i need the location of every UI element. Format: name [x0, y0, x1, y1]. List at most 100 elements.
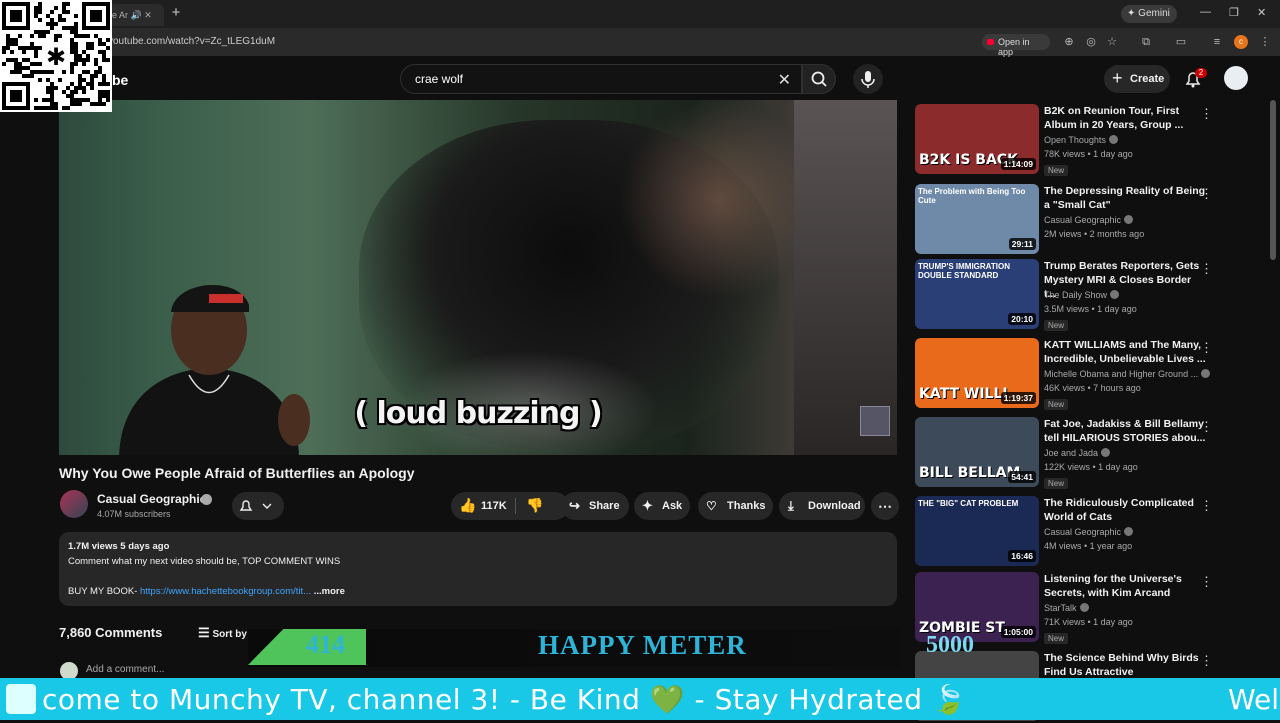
profile-avatar[interactable]: c: [1234, 35, 1248, 49]
sort-by-button[interactable]: ☰ Sort by: [198, 625, 247, 641]
url-field[interactable]: youtube.com/watch?v=Zc_tLEG1duM: [108, 36, 275, 47]
recommended-channel[interactable]: Joe and Jada: [1044, 448, 1111, 458]
reading-list-icon[interactable]: ≡: [1210, 35, 1224, 49]
download-button[interactable]: ⤓ Download: [779, 492, 865, 520]
recommended-channel[interactable]: Michelle Obama and Higher Ground ...: [1044, 369, 1211, 379]
bookmark-star-icon[interactable]: ☆: [1105, 35, 1119, 49]
share-icon: ↪: [569, 498, 580, 513]
recommended-video[interactable]: B2K IS BACK 1:14:09 B2K on Reunion Tour, F…: [915, 104, 1215, 176]
download-icon: ⤓: [788, 498, 794, 513]
recommended-video[interactable]: The Problem with Being Too Cute 29:11 The …: [915, 184, 1215, 256]
gemini-button[interactable]: ✦ Gemini: [1121, 5, 1177, 23]
recommended-channel[interactable]: Open Thoughts: [1044, 135, 1118, 145]
new-tab-button[interactable]: +: [168, 4, 184, 22]
video-menu-icon[interactable]: ⋮: [1200, 419, 1213, 435]
like-count[interactable]: 117K: [481, 500, 507, 512]
browser-tab[interactable]: e Ar 🔊 ✕: [108, 4, 164, 26]
sort-icon: ☰: [198, 625, 210, 640]
sidebar-scrollbar[interactable]: [1270, 100, 1276, 260]
recommended-title[interactable]: KATT WILLIAMS and The Many, Incredible, …: [1044, 338, 1206, 366]
bell-dropdown-icon: [239, 500, 272, 511]
browser-menu-icon[interactable]: ⋮: [1258, 35, 1272, 49]
recommended-title[interactable]: The Ridiculously Complicated World of Ca…: [1044, 496, 1206, 524]
search-input[interactable]: [413, 65, 753, 93]
recommended-meta: 122K views • 1 day ago: [1044, 462, 1138, 472]
thumbs-down-icon[interactable]: 👎: [526, 497, 543, 514]
video-menu-icon[interactable]: ⋮: [1200, 498, 1213, 514]
video-duration: 20:10: [1008, 313, 1036, 325]
like-dislike-group: 👍 117K 👎: [451, 492, 569, 520]
recommended-video[interactable]: THE "BIG" CAT PROBLEM 16:46 The Ridiculous…: [915, 496, 1215, 568]
recommended-title[interactable]: B2K on Reunion Tour, First Album in 20 Y…: [1044, 104, 1206, 132]
channel-avatar[interactable]: [60, 490, 88, 518]
more-actions-button[interactable]: ⋯: [871, 492, 899, 520]
description-box[interactable]: 1.7M views 5 days ago Comment what my ne…: [59, 532, 897, 606]
close-window-button[interactable]: ✕: [1257, 6, 1266, 19]
video-menu-icon[interactable]: ⋮: [1200, 653, 1213, 669]
recommended-title[interactable]: Listening for the Universe's Secrets, wi…: [1044, 572, 1206, 600]
recommended-video[interactable]: TRUMP'S IMMIGRATION DOUBLE STANDARD 20:10…: [915, 259, 1215, 331]
channel-name[interactable]: Casual Geographic: [97, 492, 206, 506]
minimize-button[interactable]: —: [1200, 6, 1211, 18]
account-avatar[interactable]: [1224, 66, 1248, 90]
create-button[interactable]: + Create: [1104, 65, 1170, 93]
video-menu-icon[interactable]: ⋮: [1200, 106, 1213, 122]
recommended-title[interactable]: The Depressing Reality of Being a "Small…: [1044, 184, 1206, 212]
recommended-channel[interactable]: Casual Geographic: [1044, 527, 1134, 537]
video-thumbnail[interactable]: B2K IS BACK 1:14:09: [915, 104, 1039, 174]
youtube-logo[interactable]: be: [112, 72, 128, 88]
book-link[interactable]: https://www.hachettebookgroup.com/tit...: [140, 586, 311, 597]
video-thumbnail[interactable]: THE "BIG" CAT PROBLEM 16:46: [915, 496, 1039, 566]
recommended-channel[interactable]: StarTalk: [1044, 603, 1089, 613]
recommended-channel[interactable]: Casual Geographic: [1044, 215, 1134, 225]
channel-watermark[interactable]: [860, 406, 890, 436]
extensions-icon[interactable]: ⧉: [1139, 35, 1153, 49]
video-duration: 16:46: [1008, 550, 1036, 562]
video-thumbnail[interactable]: The Problem with Being Too Cute 29:11: [915, 184, 1039, 254]
channel-label: Joe and Jada: [1044, 448, 1099, 458]
video-frame-highlight: [619, 100, 819, 300]
browser-tab-bar: [0, 0, 1280, 28]
video-thumbnail[interactable]: BILL BELLAM 54:41: [915, 417, 1039, 487]
video-menu-icon[interactable]: ⋮: [1200, 261, 1213, 277]
book-prefix: BUY MY BOOK-: [68, 586, 140, 597]
video-caption: ( loud buzzing ): [354, 396, 602, 431]
video-menu-icon[interactable]: ⋮: [1200, 340, 1213, 356]
zoom-icon[interactable]: ⊕: [1062, 35, 1076, 49]
open-in-app-button[interactable]: Open in app: [982, 34, 1050, 57]
add-comment-input[interactable]: Add a comment...: [86, 664, 164, 675]
eye-off-icon[interactable]: ◎: [1084, 35, 1098, 49]
microphone-icon: [861, 71, 875, 88]
subscribed-bell-button[interactable]: [232, 492, 284, 520]
ask-button[interactable]: ✦ Ask: [634, 492, 690, 520]
maximize-button[interactable]: ❐: [1229, 6, 1239, 19]
video-menu-icon[interactable]: ⋮: [1200, 574, 1213, 590]
description-book-line: BUY MY BOOK- https://www.hachettebookgro…: [68, 586, 345, 597]
video-thumbnail[interactable]: TRUMP'S IMMIGRATION DOUBLE STANDARD 20:10: [915, 259, 1039, 329]
overlay-counter: 5000: [926, 632, 974, 658]
share-button[interactable]: ↪ Share: [561, 492, 629, 520]
download-label: Download: [808, 500, 861, 512]
cast-icon[interactable]: ▭: [1174, 35, 1188, 49]
channel-label: StarTalk: [1044, 603, 1077, 613]
verified-icon: [1110, 290, 1120, 299]
recommended-channel[interactable]: The Daily Show: [1044, 290, 1120, 300]
thumbs-up-icon[interactable]: 👍: [459, 497, 476, 514]
recommended-video[interactable]: KATT WILLI 1:19:37 KATT WILLIAMS and The M…: [915, 338, 1215, 410]
verified-icon: [1201, 369, 1211, 378]
recommended-title[interactable]: The Science Behind Why Birds Find Us Att…: [1044, 651, 1206, 679]
recommended-title[interactable]: Fat Joe, Jadakiss & Bill Bellamy tell HI…: [1044, 417, 1206, 445]
gemini-label: Gemini: [1138, 8, 1170, 19]
thanks-button[interactable]: ♡ Thanks: [698, 492, 773, 520]
new-badge: New: [1044, 320, 1069, 331]
new-badge: New: [1044, 633, 1069, 644]
video-thumbnail[interactable]: KATT WILLI 1:19:37: [915, 338, 1039, 408]
search-button[interactable]: [802, 64, 836, 94]
show-more-link[interactable]: ...more: [314, 586, 345, 597]
video-player[interactable]: ( loud buzzing ): [59, 100, 897, 455]
recommended-video[interactable]: BILL BELLAM 54:41 Fat Joe, Jadakiss & Bill…: [915, 417, 1215, 489]
voice-search-button[interactable]: [853, 64, 883, 94]
clear-search-icon[interactable]: ✕: [778, 70, 791, 90]
video-menu-icon[interactable]: ⋮: [1200, 186, 1213, 202]
description-line: Comment what my next video should be, TO…: [68, 556, 341, 567]
